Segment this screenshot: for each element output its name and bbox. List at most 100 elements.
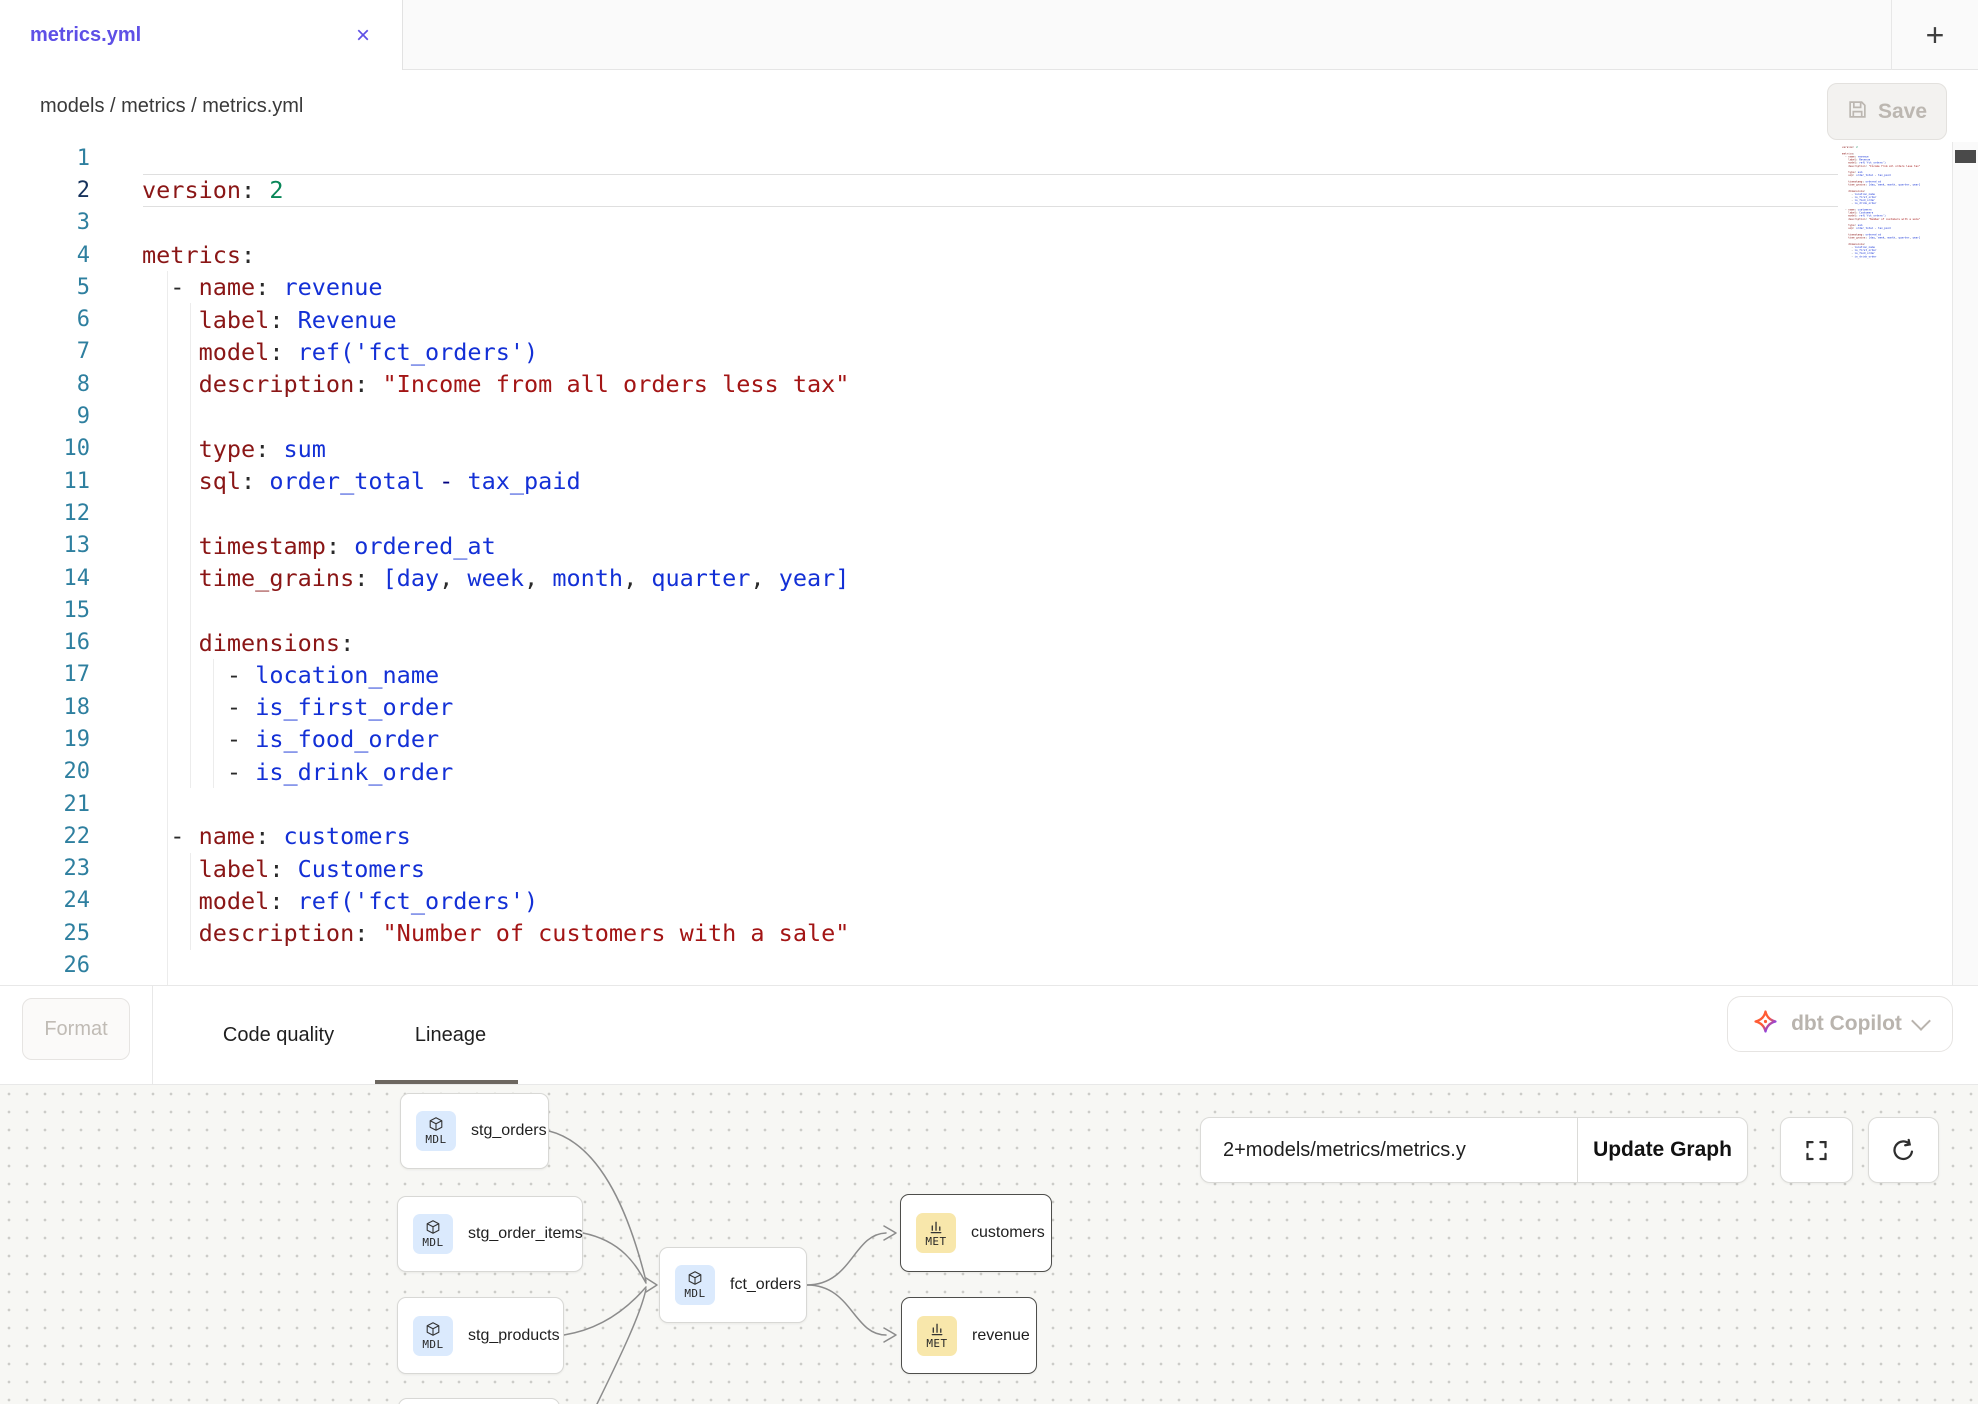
code-line[interactable]: 25 description: "Number of customers wit… (0, 917, 1952, 949)
badge-label: MDL (422, 1236, 443, 1249)
line-number: 8 (0, 372, 90, 397)
lineage-node-stg_orders[interactable]: MDL stg_orders (400, 1093, 549, 1169)
lineage-node-stg_products[interactable]: MDLstg_products (397, 1297, 564, 1374)
code-line[interactable]: 11 sql: order_total - tax_paid (0, 465, 1952, 497)
toolbar-divider (152, 986, 153, 1084)
code-line[interactable]: 21 (0, 788, 1952, 820)
line-content: metrics: (90, 241, 255, 269)
badge-label: MDL (422, 1338, 443, 1351)
line-content: - name: revenue (90, 273, 383, 301)
save-label: Save (1878, 100, 1927, 124)
line-number: 12 (0, 501, 90, 526)
breadcrumb: models / metrics / metrics.yml (40, 70, 303, 142)
line-number: 15 (0, 598, 90, 623)
line-number: 21 (0, 792, 90, 817)
code-editor[interactable]: 12version: 234metrics:5 - name: revenue6… (0, 142, 1952, 985)
line-content: - is_drink_order (90, 758, 453, 786)
line-content: - is_first_order (90, 693, 453, 721)
save-button[interactable]: Save (1827, 83, 1947, 140)
lineage-node-revenue[interactable]: METrevenue (901, 1297, 1037, 1374)
code-line[interactable]: 12 (0, 497, 1952, 529)
line-number: 17 (0, 662, 90, 687)
selector-input[interactable] (1201, 1118, 1578, 1182)
line-content: sql: order_total - tax_paid (90, 467, 581, 495)
code-line[interactable]: 19 - is_food_order (0, 723, 1952, 755)
code-line[interactable]: 2version: 2 (0, 174, 1952, 206)
tab-metrics-yml[interactable]: metrics.yml × (0, 0, 403, 71)
bar-chart-icon (930, 1321, 945, 1336)
code-line[interactable]: 18 - is_first_order (0, 691, 1952, 723)
minimap[interactable]: version: 2 metrics: - name: revenue labe… (1842, 146, 1948, 446)
copilot-label: dbt Copilot (1791, 1012, 1902, 1036)
editor-scrollbar[interactable] (1952, 142, 1978, 985)
plus-icon: + (1926, 17, 1945, 54)
line-content: description: "Income from all orders les… (90, 370, 849, 398)
close-icon[interactable]: × (356, 24, 370, 48)
cube-icon (425, 1219, 441, 1235)
line-number: 10 (0, 436, 90, 461)
fullscreen-button[interactable] (1780, 1117, 1853, 1183)
line-number: 1 (0, 146, 90, 171)
line-number: 13 (0, 533, 90, 558)
code-line[interactable]: 15 (0, 594, 1952, 626)
code-line[interactable]: 24 model: ref('fct_orders') (0, 885, 1952, 917)
lineage-node-fct_orders[interactable]: MDLfct_orders (659, 1247, 807, 1323)
line-number: 14 (0, 566, 90, 591)
code-line[interactable]: 16 dimensions: (0, 626, 1952, 658)
code-line[interactable]: 1 (0, 142, 1952, 174)
line-content: - name: customers (90, 822, 411, 850)
line-number: 25 (0, 921, 90, 946)
cube-icon (687, 1270, 703, 1286)
line-number: 2 (0, 178, 90, 203)
update-graph-button[interactable]: Update Graph (1578, 1118, 1747, 1182)
code-line[interactable]: 3 (0, 207, 1952, 239)
node-badge: MET (917, 1316, 957, 1356)
line-content: version: 2 (90, 176, 284, 204)
code-line[interactable]: 10 type: sum (0, 433, 1952, 465)
indent-guide (190, 853, 191, 950)
node-label: stg_orders (471, 1122, 547, 1140)
line-number: 20 (0, 759, 90, 784)
code-line[interactable]: 8 description: "Income from all orders l… (0, 368, 1952, 400)
code-line[interactable]: 7 model: ref('fct_orders') (0, 336, 1952, 368)
code-line[interactable]: 9 (0, 400, 1952, 432)
line-content: model: ref('fct_orders') (90, 887, 538, 915)
lineage-panel: MDL stg_orders MDL stg_order_items MDLstg_pr… (0, 1085, 1978, 1404)
dbt-copilot-button[interactable]: dbt Copilot (1727, 996, 1953, 1052)
scrollbar-thumb[interactable] (1955, 150, 1976, 163)
badge-label: MDL (425, 1133, 446, 1146)
indent-guide (213, 659, 214, 788)
code-line[interactable]: 23 label: Customers (0, 853, 1952, 885)
badge-label: MET (926, 1337, 947, 1350)
line-number: 16 (0, 630, 90, 655)
node-label: stg_order_items (468, 1225, 583, 1243)
line-number: 7 (0, 339, 90, 364)
code-line[interactable]: 5 - name: revenue (0, 271, 1952, 303)
minimap-content: version: 2 metrics: - name: revenue labe… (1842, 146, 1948, 258)
line-content: time_grains: [day, week, month, quarter,… (90, 564, 849, 592)
lineage-node-customers[interactable]: METcustomers (900, 1194, 1052, 1272)
new-tab-button[interactable]: + (1902, 0, 1968, 70)
tab-lineage[interactable]: Lineage (407, 986, 494, 1084)
fullscreen-icon (1803, 1137, 1830, 1164)
code-line[interactable]: 22 - name: customers (0, 820, 1952, 852)
line-number: 18 (0, 695, 90, 720)
minimap-line: - is_drink_order (1842, 255, 1948, 258)
code-line[interactable]: 6 label: Revenue (0, 303, 1952, 335)
lineage-node-partial[interactable] (398, 1398, 560, 1404)
refresh-button[interactable] (1868, 1117, 1939, 1183)
line-number: 4 (0, 243, 90, 268)
code-line[interactable]: 17 - location_name (0, 659, 1952, 691)
line-content: description: "Number of customers with a… (90, 919, 849, 947)
code-line[interactable]: 20 - is_drink_order (0, 756, 1952, 788)
code-line[interactable]: 4metrics: (0, 239, 1952, 271)
line-number: 6 (0, 307, 90, 332)
code-line[interactable]: 14 time_grains: [day, week, month, quart… (0, 562, 1952, 594)
line-number: 3 (0, 210, 90, 235)
lineage-node-stg_order_items[interactable]: MDL stg_order_items (397, 1196, 583, 1272)
code-line[interactable]: 26 (0, 949, 1952, 981)
tab-code-quality[interactable]: Code quality (209, 986, 348, 1084)
code-line[interactable]: 13 timestamp: ordered_at (0, 530, 1952, 562)
format-button[interactable]: Format (22, 998, 130, 1060)
line-number: 9 (0, 404, 90, 429)
